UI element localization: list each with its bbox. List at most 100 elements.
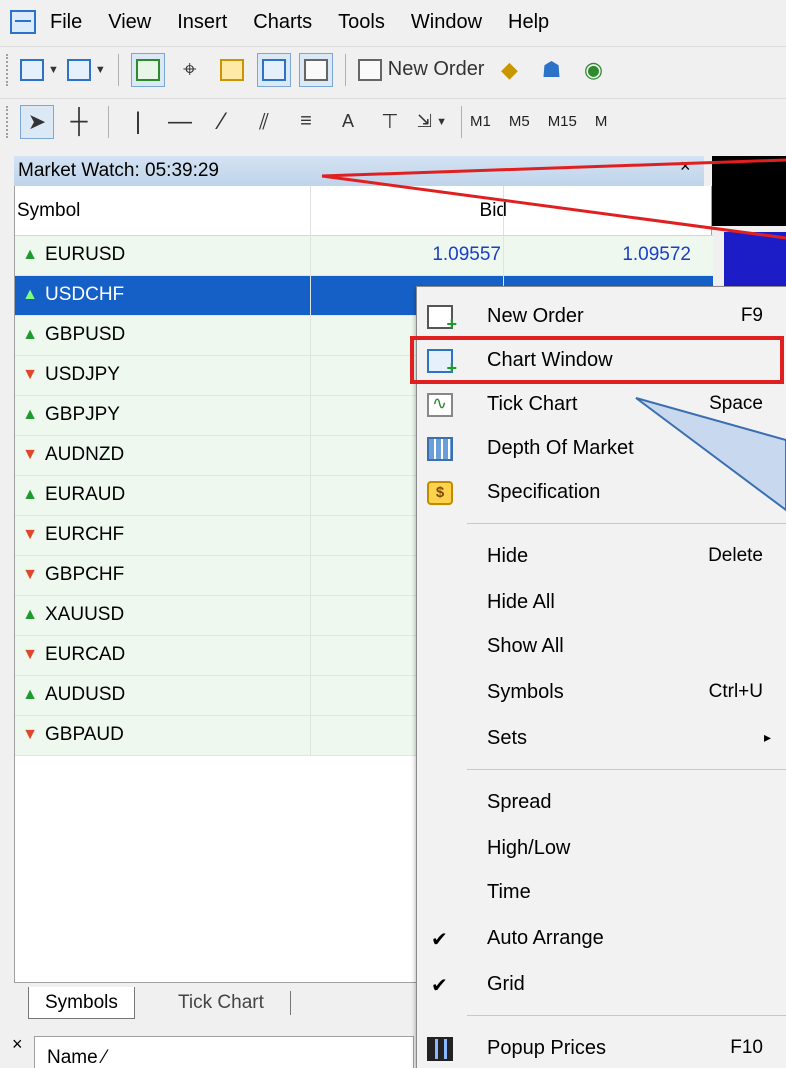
- fibonacci-button[interactable]: ≡: [289, 105, 323, 139]
- app-icon[interactable]: [10, 10, 36, 34]
- chart-window-highlight-box: [410, 336, 784, 384]
- text-label-icon: ⊤: [381, 111, 399, 133]
- column-divider: [310, 356, 311, 396]
- menu-item-popup-prices[interactable]: Popup Prices F10: [417, 1027, 786, 1068]
- menu-item-auto-arrange[interactable]: ✔ Auto Arrange: [417, 917, 786, 961]
- terminal-button[interactable]: [256, 52, 291, 87]
- arrow-down-icon: ▼: [22, 526, 38, 543]
- timeframe-next[interactable]: M: [595, 113, 608, 130]
- arrow-up-icon: ▲: [22, 286, 38, 303]
- arrow-up-icon: ▲: [22, 406, 38, 423]
- crosshair-button[interactable]: ┼: [62, 105, 96, 139]
- hat-icon: ◆: [501, 56, 518, 82]
- tab-tick-chart[interactable]: Tick Chart: [162, 987, 280, 1019]
- crosshair-target-icon: ⌖: [183, 55, 197, 83]
- menu-separator: [467, 769, 786, 770]
- profiles-button[interactable]: ▼: [66, 53, 106, 87]
- close-icon[interactable]: ×: [12, 1034, 23, 1055]
- menu-item-label: Depth Of Market: [487, 437, 634, 459]
- menu-window[interactable]: Window: [411, 11, 482, 34]
- horizontal-line-button[interactable]: —: [163, 105, 197, 139]
- close-icon[interactable]: ×: [680, 156, 691, 177]
- menu-tools[interactable]: Tools: [338, 11, 385, 34]
- menu-item-tick-chart[interactable]: Tick Chart Space: [417, 383, 786, 427]
- broadcast-button[interactable]: ◉: [576, 53, 610, 87]
- toolbar-grip[interactable]: [6, 53, 10, 86]
- text-button[interactable]: A: [331, 105, 365, 139]
- menu-item-sets[interactable]: Sets ▸: [417, 717, 786, 761]
- strategy-tester-button[interactable]: [298, 52, 333, 87]
- menu-insert[interactable]: Insert: [177, 11, 227, 34]
- menu-help[interactable]: Help: [508, 11, 549, 34]
- menu-item-depth-of-market[interactable]: Depth Of Market Alt+B: [417, 427, 786, 471]
- symbol-name: GBPJPY: [45, 404, 120, 425]
- timeframe-m15[interactable]: M15: [548, 113, 577, 130]
- column-divider[interactable]: [503, 186, 504, 236]
- menu-item-shortcut: Space: [709, 393, 763, 414]
- menu-item-specification[interactable]: $ Specification: [417, 471, 786, 515]
- menu-item-spread[interactable]: Spread: [417, 781, 786, 825]
- navigator-button[interactable]: [215, 53, 249, 87]
- menu-file[interactable]: File: [50, 11, 82, 34]
- column-divider: [310, 636, 311, 676]
- arrow-down-icon: ▼: [22, 726, 38, 743]
- menu-item-show-all[interactable]: Show All: [417, 625, 786, 669]
- expert-advisors-button[interactable]: ◆: [492, 53, 526, 87]
- tab-divider: [290, 991, 291, 1015]
- menu-item-time[interactable]: Time: [417, 871, 786, 915]
- new-order-button[interactable]: New Order: [357, 53, 484, 87]
- menu-item-hide-all[interactable]: Hide All: [417, 581, 786, 625]
- symbol-cell: ▲ EURAUD: [21, 484, 125, 506]
- text-icon: A: [341, 111, 354, 131]
- symbol-cell: ▲ XAUUSD: [21, 604, 124, 626]
- checkmark-icon: ✔: [431, 975, 448, 997]
- column-divider: [310, 396, 311, 436]
- menu-item-grid[interactable]: ✔ Grid: [417, 963, 786, 1007]
- tab-symbols[interactable]: Symbols: [28, 987, 135, 1019]
- toolbar-separator: [344, 53, 346, 86]
- profiles-icon: [66, 58, 91, 81]
- menu-item-hide[interactable]: Hide Delete: [417, 535, 786, 579]
- timeframe-m5[interactable]: M5: [509, 113, 530, 130]
- new-chart-icon: [20, 58, 44, 81]
- cursor-arrow-icon: ➤: [27, 108, 47, 134]
- menu-item-symbols[interactable]: Symbols Ctrl+U: [417, 671, 786, 715]
- column-header-symbol[interactable]: Symbol: [17, 200, 80, 222]
- vertical-line-icon: |: [134, 107, 142, 135]
- toolbar-grip[interactable]: [6, 105, 10, 138]
- cursor-button[interactable]: ➤: [20, 104, 54, 139]
- equidistant-channel-button[interactable]: ⫽: [247, 105, 281, 139]
- data-window-button[interactable]: ⌖: [173, 53, 207, 87]
- trendline-button[interactable]: ⁄: [205, 105, 239, 139]
- crosshair-icon: ┼: [70, 107, 88, 135]
- column-divider: [310, 716, 311, 756]
- symbol-name: XAUUSD: [45, 604, 125, 625]
- market-watch-toggle[interactable]: [130, 52, 165, 87]
- arrows-button[interactable]: ⇲ ▼: [415, 105, 449, 139]
- market-watch-title[interactable]: Market Watch: 05:39:29: [14, 156, 704, 186]
- symbol-cell: ▲ GBPJPY: [21, 404, 120, 426]
- column-divider: [310, 516, 311, 556]
- column-divider[interactable]: [310, 186, 311, 236]
- menu-item-new-order[interactable]: New Order F9: [417, 295, 786, 339]
- column-divider: [310, 276, 311, 316]
- drawing-toolbar: ➤ ┼ | — ⁄ ⫽ ≡ A ⊤ ⇲ ▼ M1 M5 M15 M: [0, 98, 786, 144]
- menu-item-high-low[interactable]: High/Low: [417, 827, 786, 871]
- arrow-down-icon: ▼: [22, 646, 38, 663]
- vertical-line-button[interactable]: |: [121, 105, 155, 139]
- menu-view[interactable]: View: [108, 11, 151, 34]
- chart-area[interactable]: [712, 156, 786, 226]
- symbol-name: USDCHF: [45, 284, 125, 305]
- menu-charts[interactable]: Charts: [253, 11, 312, 34]
- navigator-name-header[interactable]: Name ⁄: [34, 1036, 414, 1068]
- symbol-cell: ▲ GBPUSD: [21, 324, 125, 346]
- table-row[interactable]: ▲ EURUSD 1.09557 1.09572: [15, 236, 713, 276]
- symbol-cell: ▼ GBPAUD: [21, 724, 124, 746]
- signals-button[interactable]: ☗: [534, 53, 568, 87]
- horizontal-line-icon: —: [168, 107, 192, 135]
- timeframe-m1[interactable]: M1: [470, 113, 491, 130]
- column-divider: [310, 596, 311, 636]
- symbol-cell: ▲ AUDUSD: [21, 684, 125, 706]
- new-chart-button[interactable]: ▼: [20, 53, 59, 87]
- text-label-button[interactable]: ⊤: [373, 105, 407, 139]
